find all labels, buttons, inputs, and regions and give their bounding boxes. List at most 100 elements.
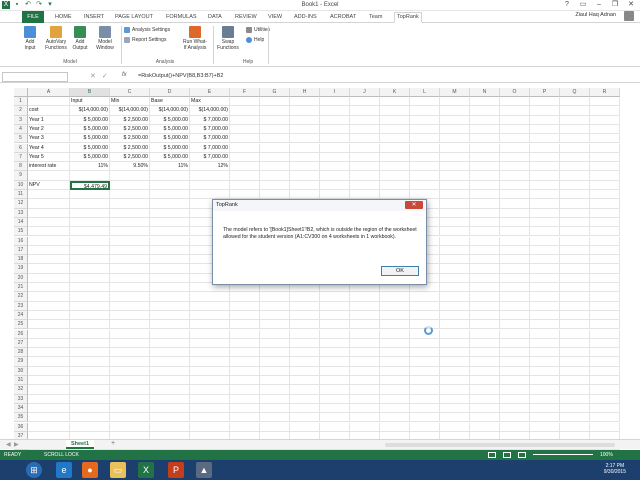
cell[interactable]: [230, 124, 260, 135]
cell[interactable]: [410, 403, 440, 414]
cell[interactable]: [470, 394, 500, 404]
cell[interactable]: [380, 413, 410, 423]
cell[interactable]: [230, 338, 260, 349]
cell[interactable]: [350, 338, 380, 349]
firefox-icon[interactable]: ●: [82, 462, 98, 478]
cell[interactable]: [110, 403, 150, 414]
cell[interactable]: [530, 115, 560, 125]
cell[interactable]: [410, 124, 440, 135]
cell[interactable]: [110, 422, 150, 432]
cell[interactable]: [440, 97, 470, 107]
cell[interactable]: [530, 134, 560, 144]
cell[interactable]: [470, 329, 500, 339]
cell[interactable]: [70, 422, 110, 432]
cell[interactable]: [320, 329, 350, 339]
column-header[interactable]: F: [230, 88, 260, 97]
tab-add-ins[interactable]: ADD-INS: [292, 13, 319, 22]
cell[interactable]: [190, 301, 230, 311]
cell[interactable]: [350, 403, 380, 414]
cell[interactable]: [290, 106, 320, 116]
cell[interactable]: [470, 301, 500, 311]
cell[interactable]: [28, 292, 70, 302]
cell[interactable]: [260, 97, 290, 107]
cell[interactable]: [150, 394, 190, 404]
cell[interactable]: [350, 348, 380, 358]
cell[interactable]: [28, 171, 70, 181]
cell[interactable]: $ 5,000.00: [70, 152, 110, 163]
cell[interactable]: [70, 403, 110, 414]
cell[interactable]: [380, 320, 410, 330]
cell[interactable]: [410, 180, 440, 190]
prev-sheet-icon[interactable]: ◀: [6, 441, 11, 448]
cell[interactable]: [350, 329, 380, 339]
cell[interactable]: [70, 227, 110, 237]
cell[interactable]: [530, 162, 560, 172]
cell[interactable]: [590, 217, 620, 228]
cell[interactable]: [560, 152, 590, 163]
cell[interactable]: [190, 348, 230, 358]
cell[interactable]: [110, 366, 150, 376]
cell[interactable]: [500, 264, 530, 274]
row-header[interactable]: 29: [14, 357, 28, 367]
cell[interactable]: [500, 348, 530, 358]
cell[interactable]: [230, 162, 260, 172]
cell[interactable]: [28, 199, 70, 209]
cell[interactable]: [150, 283, 190, 293]
cell[interactable]: [380, 376, 410, 386]
cell[interactable]: [470, 264, 500, 274]
cell[interactable]: [260, 357, 290, 367]
cell[interactable]: [110, 301, 150, 311]
cell[interactable]: $ 5,000.00: [150, 143, 190, 153]
cell[interactable]: [28, 320, 70, 330]
cell[interactable]: [470, 115, 500, 125]
cell[interactable]: [190, 171, 230, 181]
cell[interactable]: [350, 422, 380, 432]
cell[interactable]: [190, 413, 230, 423]
cell[interactable]: [560, 273, 590, 283]
cell[interactable]: [440, 208, 470, 218]
cell[interactable]: [410, 301, 440, 311]
cell[interactable]: [380, 124, 410, 135]
cell[interactable]: [590, 143, 620, 153]
cell[interactable]: [590, 106, 620, 116]
cell[interactable]: [260, 301, 290, 311]
cell[interactable]: [28, 227, 70, 237]
cell[interactable]: [500, 199, 530, 209]
cell[interactable]: [530, 227, 560, 237]
cell[interactable]: [530, 413, 560, 423]
cell[interactable]: [560, 180, 590, 190]
cell[interactable]: [440, 310, 470, 321]
cell[interactable]: [590, 413, 620, 423]
cell[interactable]: [190, 385, 230, 395]
cell[interactable]: [530, 97, 560, 107]
cell[interactable]: [410, 366, 440, 376]
cell[interactable]: [150, 366, 190, 376]
column-header[interactable]: I: [320, 88, 350, 97]
run-whatif-button[interactable]: Run What- If Analysis: [180, 26, 210, 51]
cell[interactable]: [470, 199, 500, 209]
cell[interactable]: [150, 273, 190, 283]
cell[interactable]: [190, 329, 230, 339]
cell[interactable]: [440, 236, 470, 246]
cell[interactable]: [590, 134, 620, 144]
cell[interactable]: [110, 227, 150, 237]
cell[interactable]: [28, 283, 70, 293]
cell[interactable]: [440, 329, 470, 339]
cell[interactable]: [440, 273, 470, 283]
row-header[interactable]: 14: [14, 217, 28, 228]
cell[interactable]: [110, 357, 150, 367]
cell[interactable]: [70, 301, 110, 311]
cell[interactable]: [410, 338, 440, 349]
cell[interactable]: [260, 310, 290, 321]
cell[interactable]: [380, 115, 410, 125]
cell[interactable]: [380, 357, 410, 367]
cell[interactable]: [500, 273, 530, 283]
avatar[interactable]: [624, 11, 634, 21]
cell[interactable]: [290, 134, 320, 144]
cell[interactable]: Year 3: [28, 134, 70, 144]
cell[interactable]: [260, 190, 290, 200]
cell[interactable]: [530, 171, 560, 181]
cell[interactable]: [350, 180, 380, 190]
cell[interactable]: [560, 255, 590, 265]
cell[interactable]: [560, 245, 590, 256]
